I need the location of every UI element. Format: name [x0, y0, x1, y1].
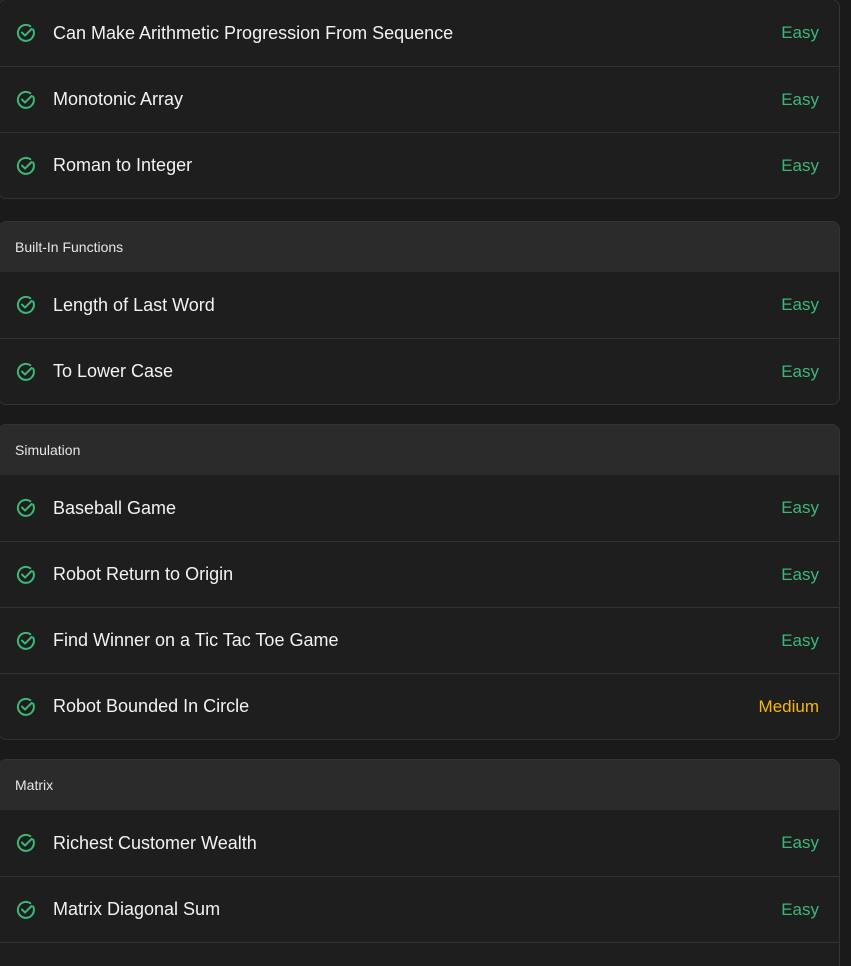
check-circle-icon — [16, 23, 36, 43]
section-card-continued: Can Make Arithmetic Progression From Seq… — [0, 0, 840, 199]
problem-title[interactable]: Richest Customer Wealth — [53, 833, 257, 854]
problem-title[interactable]: Robot Bounded In Circle — [53, 696, 249, 717]
section-card-simulation: Simulation Baseball Game Easy Robot Retu… — [0, 424, 840, 740]
problem-row[interactable]: Length of Last Word Easy — [0, 272, 839, 338]
problem-row[interactable]: Richest Customer Wealth Easy — [0, 810, 839, 876]
difficulty-badge: Easy — [781, 564, 819, 584]
check-circle-icon — [16, 631, 36, 651]
difficulty-badge: Easy — [781, 295, 819, 314]
problem-title[interactable]: Length of Last Word — [53, 295, 215, 316]
section-card-built-in-functions: Built-In Functions Length of Last Word E… — [0, 221, 840, 405]
problem-title[interactable]: Baseball Game — [53, 498, 176, 519]
problem-title[interactable]: Roman to Integer — [53, 155, 192, 176]
problem-row[interactable]: Robot Return to Origin Easy — [0, 541, 839, 607]
section-header[interactable]: Built-In Functions — [0, 222, 839, 272]
problem-list-page: Can Make Arithmetic Progression From Seq… — [0, 0, 851, 966]
check-circle-icon — [16, 565, 36, 585]
problem-title[interactable]: Matrix Diagonal Sum — [53, 899, 220, 920]
problem-row[interactable]: Find Winner on a Tic Tac Toe Game Easy — [0, 607, 839, 673]
check-circle-icon — [16, 156, 36, 176]
check-circle-icon — [16, 362, 36, 382]
problem-title[interactable]: To Lower Case — [53, 361, 173, 382]
problem-row-partial[interactable] — [0, 942, 839, 966]
problem-title[interactable]: Robot Return to Origin — [53, 564, 233, 585]
problem-row[interactable]: Matrix Diagonal Sum Easy — [0, 876, 839, 942]
section-header[interactable]: Simulation — [0, 425, 839, 475]
problem-row[interactable]: Robot Bounded In Circle Medium — [0, 673, 839, 739]
problem-row[interactable]: To Lower Case Easy — [0, 338, 839, 404]
difficulty-badge: Easy — [781, 23, 819, 42]
check-circle-icon — [16, 295, 36, 315]
difficulty-badge: Easy — [781, 498, 819, 517]
problem-row[interactable]: Roman to Integer Easy — [0, 132, 839, 198]
check-circle-icon — [16, 697, 36, 717]
difficulty-badge: Easy — [781, 630, 819, 650]
difficulty-badge: Easy — [781, 89, 819, 109]
check-circle-icon — [16, 90, 36, 110]
difficulty-badge: Easy — [781, 155, 819, 175]
check-circle-icon — [16, 498, 36, 518]
section-header[interactable]: Matrix — [0, 760, 839, 810]
section-card-matrix: Matrix Richest Customer Wealth Easy Matr… — [0, 759, 840, 966]
problem-row[interactable]: Can Make Arithmetic Progression From Seq… — [0, 0, 839, 66]
check-circle-icon — [16, 833, 36, 853]
problem-row[interactable]: Monotonic Array Easy — [0, 66, 839, 132]
problem-title[interactable]: Monotonic Array — [53, 89, 183, 110]
difficulty-badge: Medium — [758, 696, 819, 716]
difficulty-badge: Easy — [781, 833, 819, 852]
problem-title[interactable]: Can Make Arithmetic Progression From Seq… — [53, 23, 453, 44]
problem-row[interactable]: Baseball Game Easy — [0, 475, 839, 541]
check-circle-icon — [16, 900, 36, 920]
difficulty-badge: Easy — [781, 361, 819, 381]
problem-title[interactable]: Find Winner on a Tic Tac Toe Game — [53, 630, 338, 651]
difficulty-badge: Easy — [781, 899, 819, 919]
